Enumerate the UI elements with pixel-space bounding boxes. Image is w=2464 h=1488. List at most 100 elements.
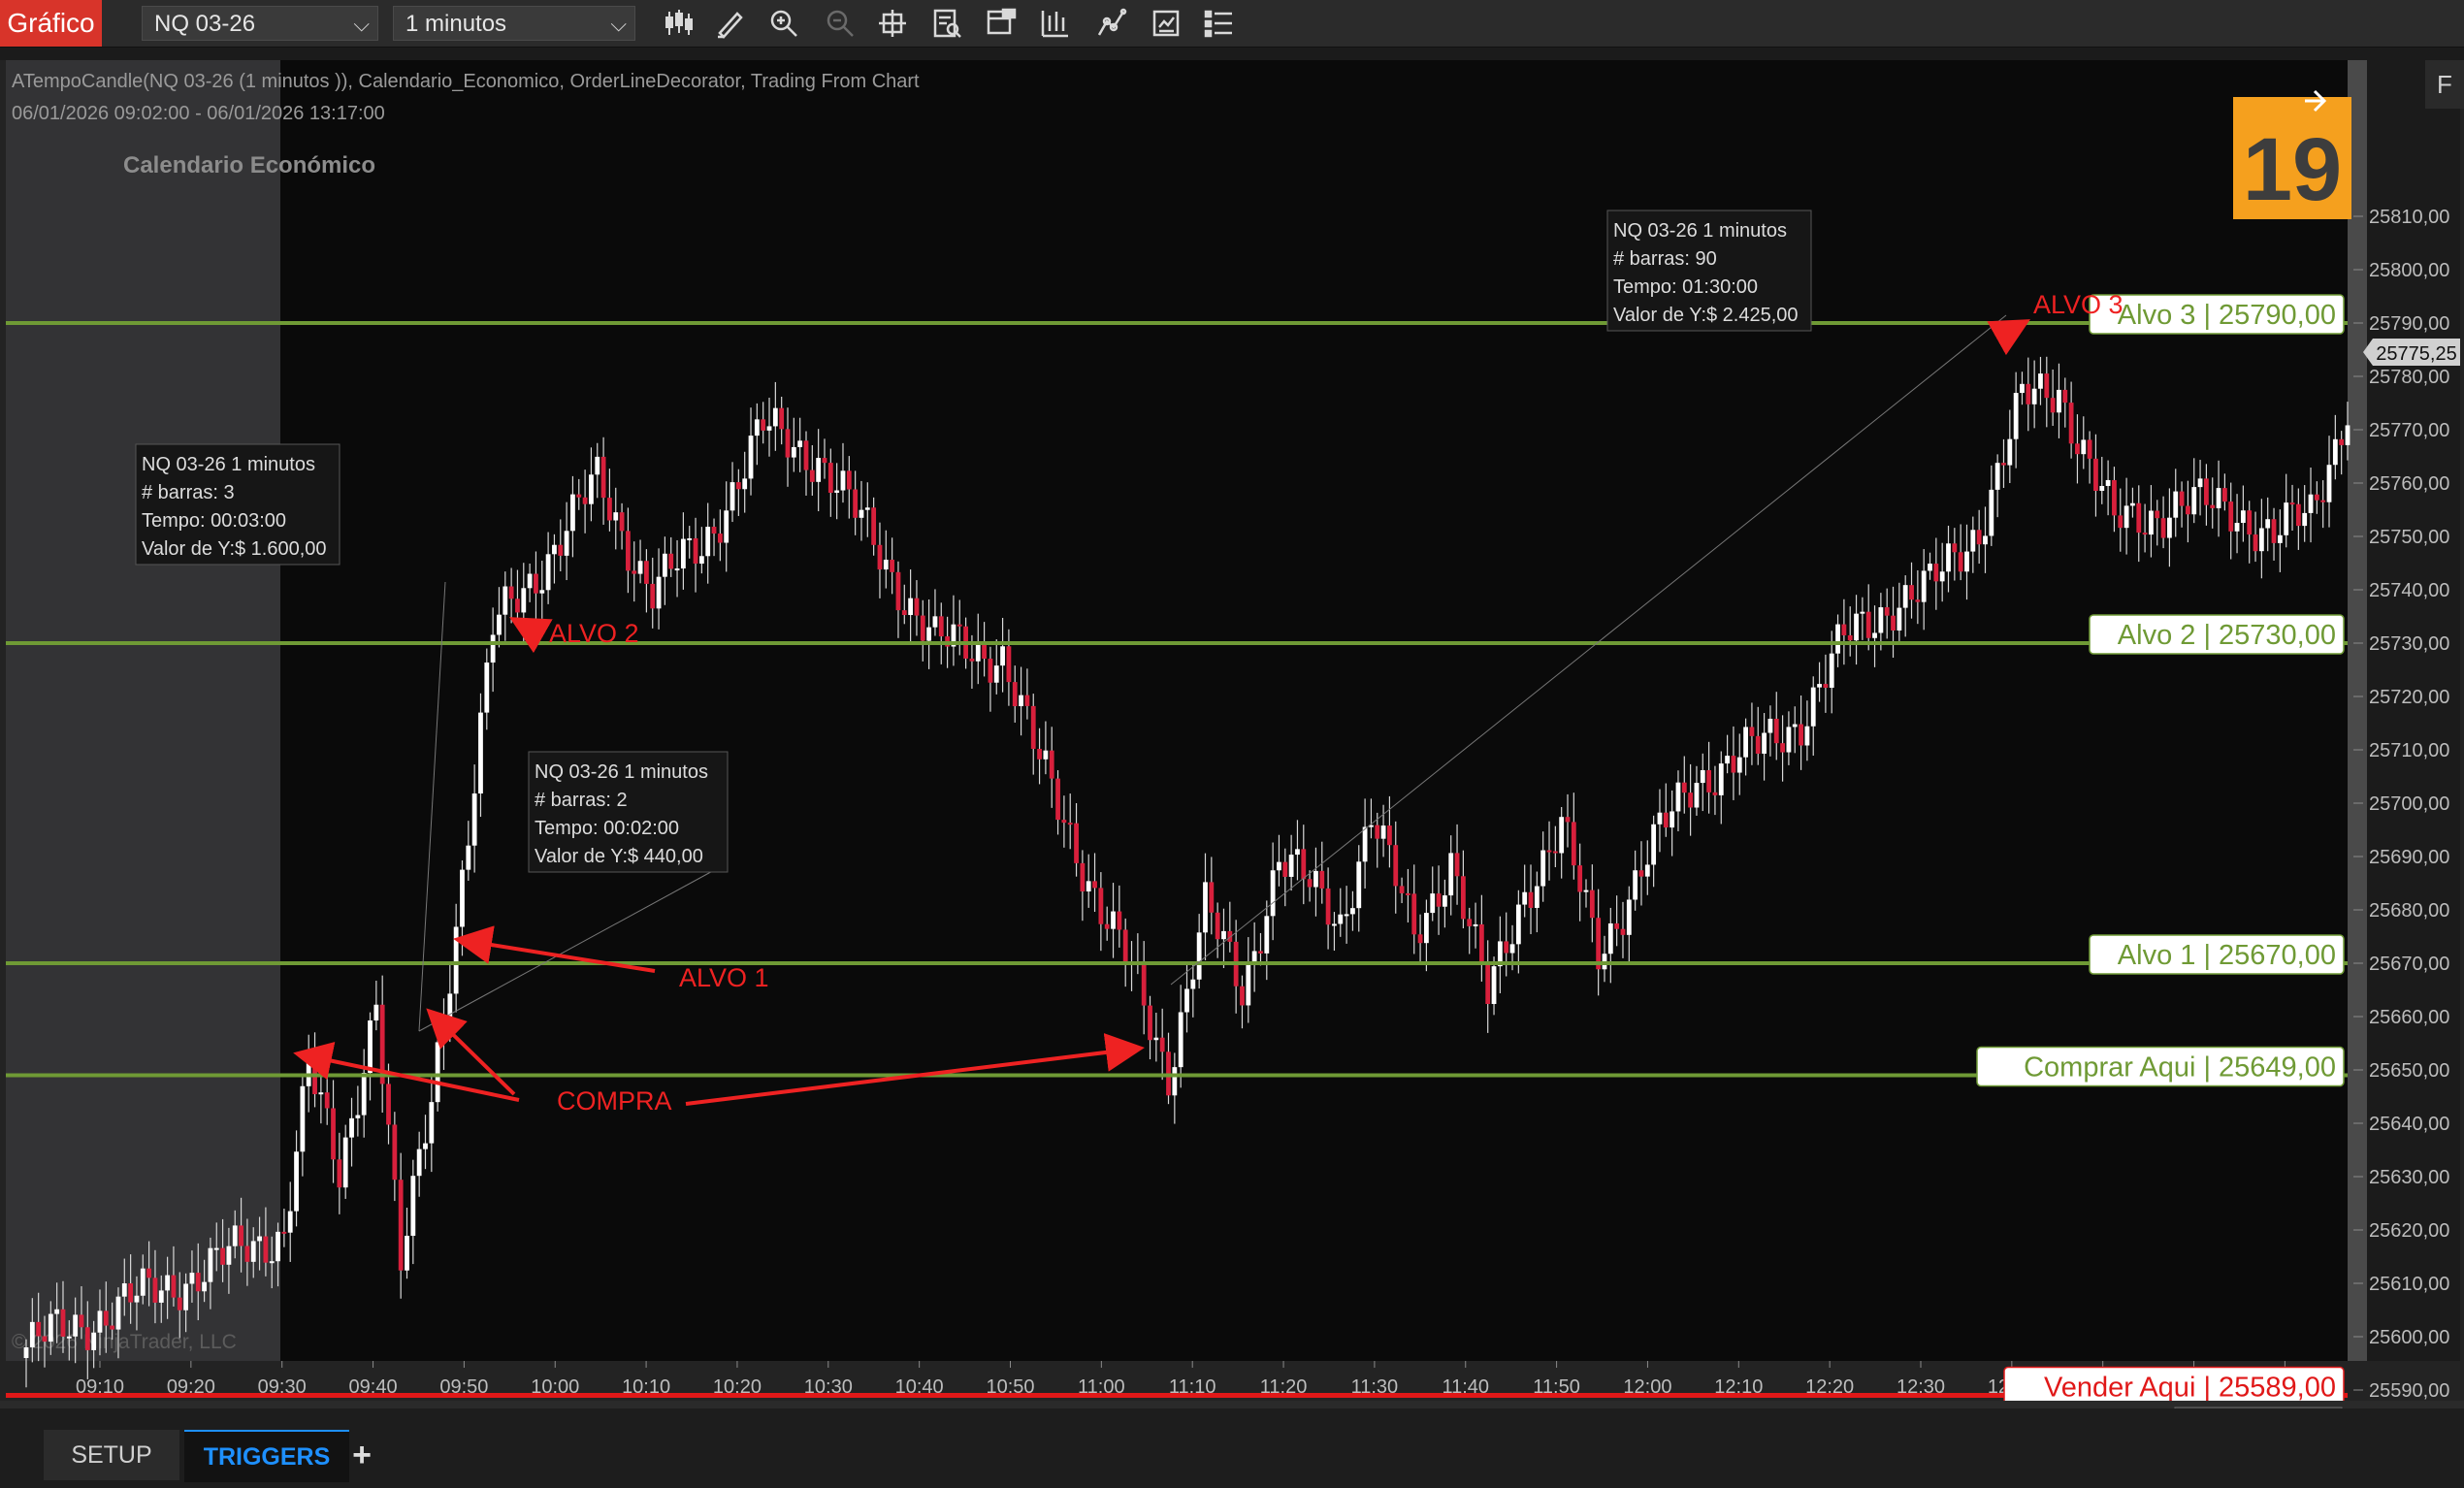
price-tick-label: 25750,00: [2369, 527, 2449, 548]
candle-bull: [121, 1283, 127, 1297]
candle-bull: [2173, 491, 2179, 518]
candle-bull: [816, 458, 822, 482]
indicators-icon[interactable]: [1040, 8, 1071, 39]
timeframe-selector[interactable]: 1 minutos ⌵: [393, 6, 635, 41]
candle-bear: [1282, 861, 1288, 877]
candle-bull: [29, 1321, 35, 1347]
candle-bear: [1307, 879, 1313, 888]
chart-style-icon[interactable]: [664, 8, 695, 39]
candle-bear: [2062, 389, 2068, 404]
tab-bar: SETUP TRIGGERS +: [0, 1408, 2464, 1488]
candle-bull: [637, 561, 643, 574]
candle-bear: [1141, 963, 1147, 1006]
candle-bear: [1681, 782, 1687, 793]
candle-bull: [1043, 750, 1049, 760]
tab-setup[interactable]: SETUP: [44, 1430, 179, 1480]
candle-bull: [373, 1004, 379, 1021]
properties-icon[interactable]: [1151, 8, 1182, 39]
candle-bear: [1454, 853, 1460, 877]
candle-bear: [2253, 534, 2258, 552]
candle-bear: [1504, 941, 1509, 954]
candle-bear: [1436, 893, 1442, 907]
candle-bull: [1203, 882, 1208, 933]
candle-bull: [1332, 923, 1337, 926]
zoom-out-icon[interactable]: [825, 8, 856, 39]
candle-bear: [2179, 491, 2185, 506]
candle-bear: [1209, 882, 1215, 913]
candle-bear: [239, 1225, 243, 1246]
candle-bull: [2124, 505, 2129, 529]
measure-tooltip-1: NQ 03-26 1 minutos # barras: 3 Tempo: 00…: [135, 443, 340, 566]
date-range: 06/01/2026 09:02:00 - 06/01/2026 13:17:0…: [12, 103, 385, 124]
instrument-selector[interactable]: NQ 03-26 ⌵: [142, 6, 378, 41]
price-tick-label: 25780,00: [2369, 367, 2449, 388]
candle-bull: [834, 490, 840, 493]
candle-bear: [244, 1245, 250, 1262]
candle-bull: [2258, 528, 2264, 552]
candle-bear: [1122, 929, 1128, 964]
candle-bear: [956, 624, 962, 627]
plot-area[interactable]: [6, 60, 2348, 1361]
chart-trader-icon[interactable]: [1203, 8, 1234, 39]
candle-bull: [1362, 826, 1368, 862]
candle-bull: [48, 1313, 53, 1342]
price-chart[interactable]: F ATempoCandle(NQ 03-26 (1 minutos )), C…: [0, 60, 2464, 1408]
level-label-target: Alvo 1 | 25670,00: [2118, 940, 2336, 971]
data-box-icon[interactable]: [931, 8, 962, 39]
chevron-down-icon[interactable]: ⌵: [610, 7, 627, 42]
strategies-icon[interactable]: [1096, 8, 1127, 39]
candle-bear: [1098, 888, 1104, 924]
candle-bear: [263, 1236, 269, 1263]
candle-bull: [2081, 439, 2087, 455]
candle-bear: [1148, 1005, 1152, 1041]
price-tick-label: 25690,00: [2369, 847, 2449, 868]
add-tab-button[interactable]: +: [343, 1430, 380, 1480]
crosshair-icon[interactable]: [877, 8, 908, 39]
price-axis[interactable]: [2367, 60, 2460, 1361]
chevron-down-icon[interactable]: ⌵: [353, 7, 370, 42]
level-label-buy: Comprar Aqui | 25649,00: [2024, 1052, 2336, 1084]
measure-bars: # barras: 90: [1613, 248, 1717, 270]
candle-bear: [2320, 500, 2326, 502]
candle-bull: [1989, 489, 1994, 536]
candle-bear: [582, 497, 588, 504]
candle-bull: [2345, 425, 2351, 445]
price-tick-label: 25620,00: [2369, 1220, 2449, 1242]
candle-bull: [1762, 732, 1767, 754]
candle-bear: [779, 407, 785, 430]
candle-bull: [2216, 488, 2221, 508]
candle-bull: [484, 663, 490, 713]
candle-bear: [1215, 912, 1220, 940]
horizontal-scrollbar[interactable]: [0, 1401, 2464, 1408]
tab-triggers[interactable]: TRIGGERS: [184, 1430, 349, 1482]
zoom-in-icon[interactable]: [768, 8, 799, 39]
candle-bull: [1522, 891, 1528, 905]
candle-bear: [2210, 504, 2216, 508]
price-tick-label: 25710,00: [2369, 740, 2449, 761]
measure-title: NQ 03-26 1 minutos: [1613, 220, 1787, 242]
candle-bear: [650, 583, 656, 609]
candle-bear: [1074, 823, 1079, 863]
candle-bear: [1406, 892, 1410, 895]
candle-bull: [766, 426, 772, 431]
candle-bull: [226, 1245, 232, 1265]
candle-bull: [2167, 517, 2172, 538]
candle-bear: [1049, 750, 1054, 779]
candle-bull: [2277, 534, 2283, 543]
candle-bull: [1835, 624, 1840, 654]
candle-bear: [809, 469, 815, 482]
candle-bull: [2149, 510, 2154, 535]
alvo3-annotation: ALVO 3: [2033, 290, 2124, 319]
candle-bear: [969, 658, 975, 662]
candle-bull: [91, 1332, 97, 1350]
templates-icon[interactable]: [986, 8, 1017, 39]
candle-bear: [2314, 494, 2319, 501]
badge-value: 19: [2243, 120, 2342, 219]
candle-bull: [1086, 881, 1091, 892]
candle-bear: [1528, 891, 1534, 908]
candle-bull: [1380, 825, 1386, 839]
candle-bear: [2075, 443, 2080, 455]
candle-bear: [177, 1297, 182, 1310]
drawing-tools-icon[interactable]: [714, 8, 745, 39]
candle-bear: [1006, 646, 1012, 683]
